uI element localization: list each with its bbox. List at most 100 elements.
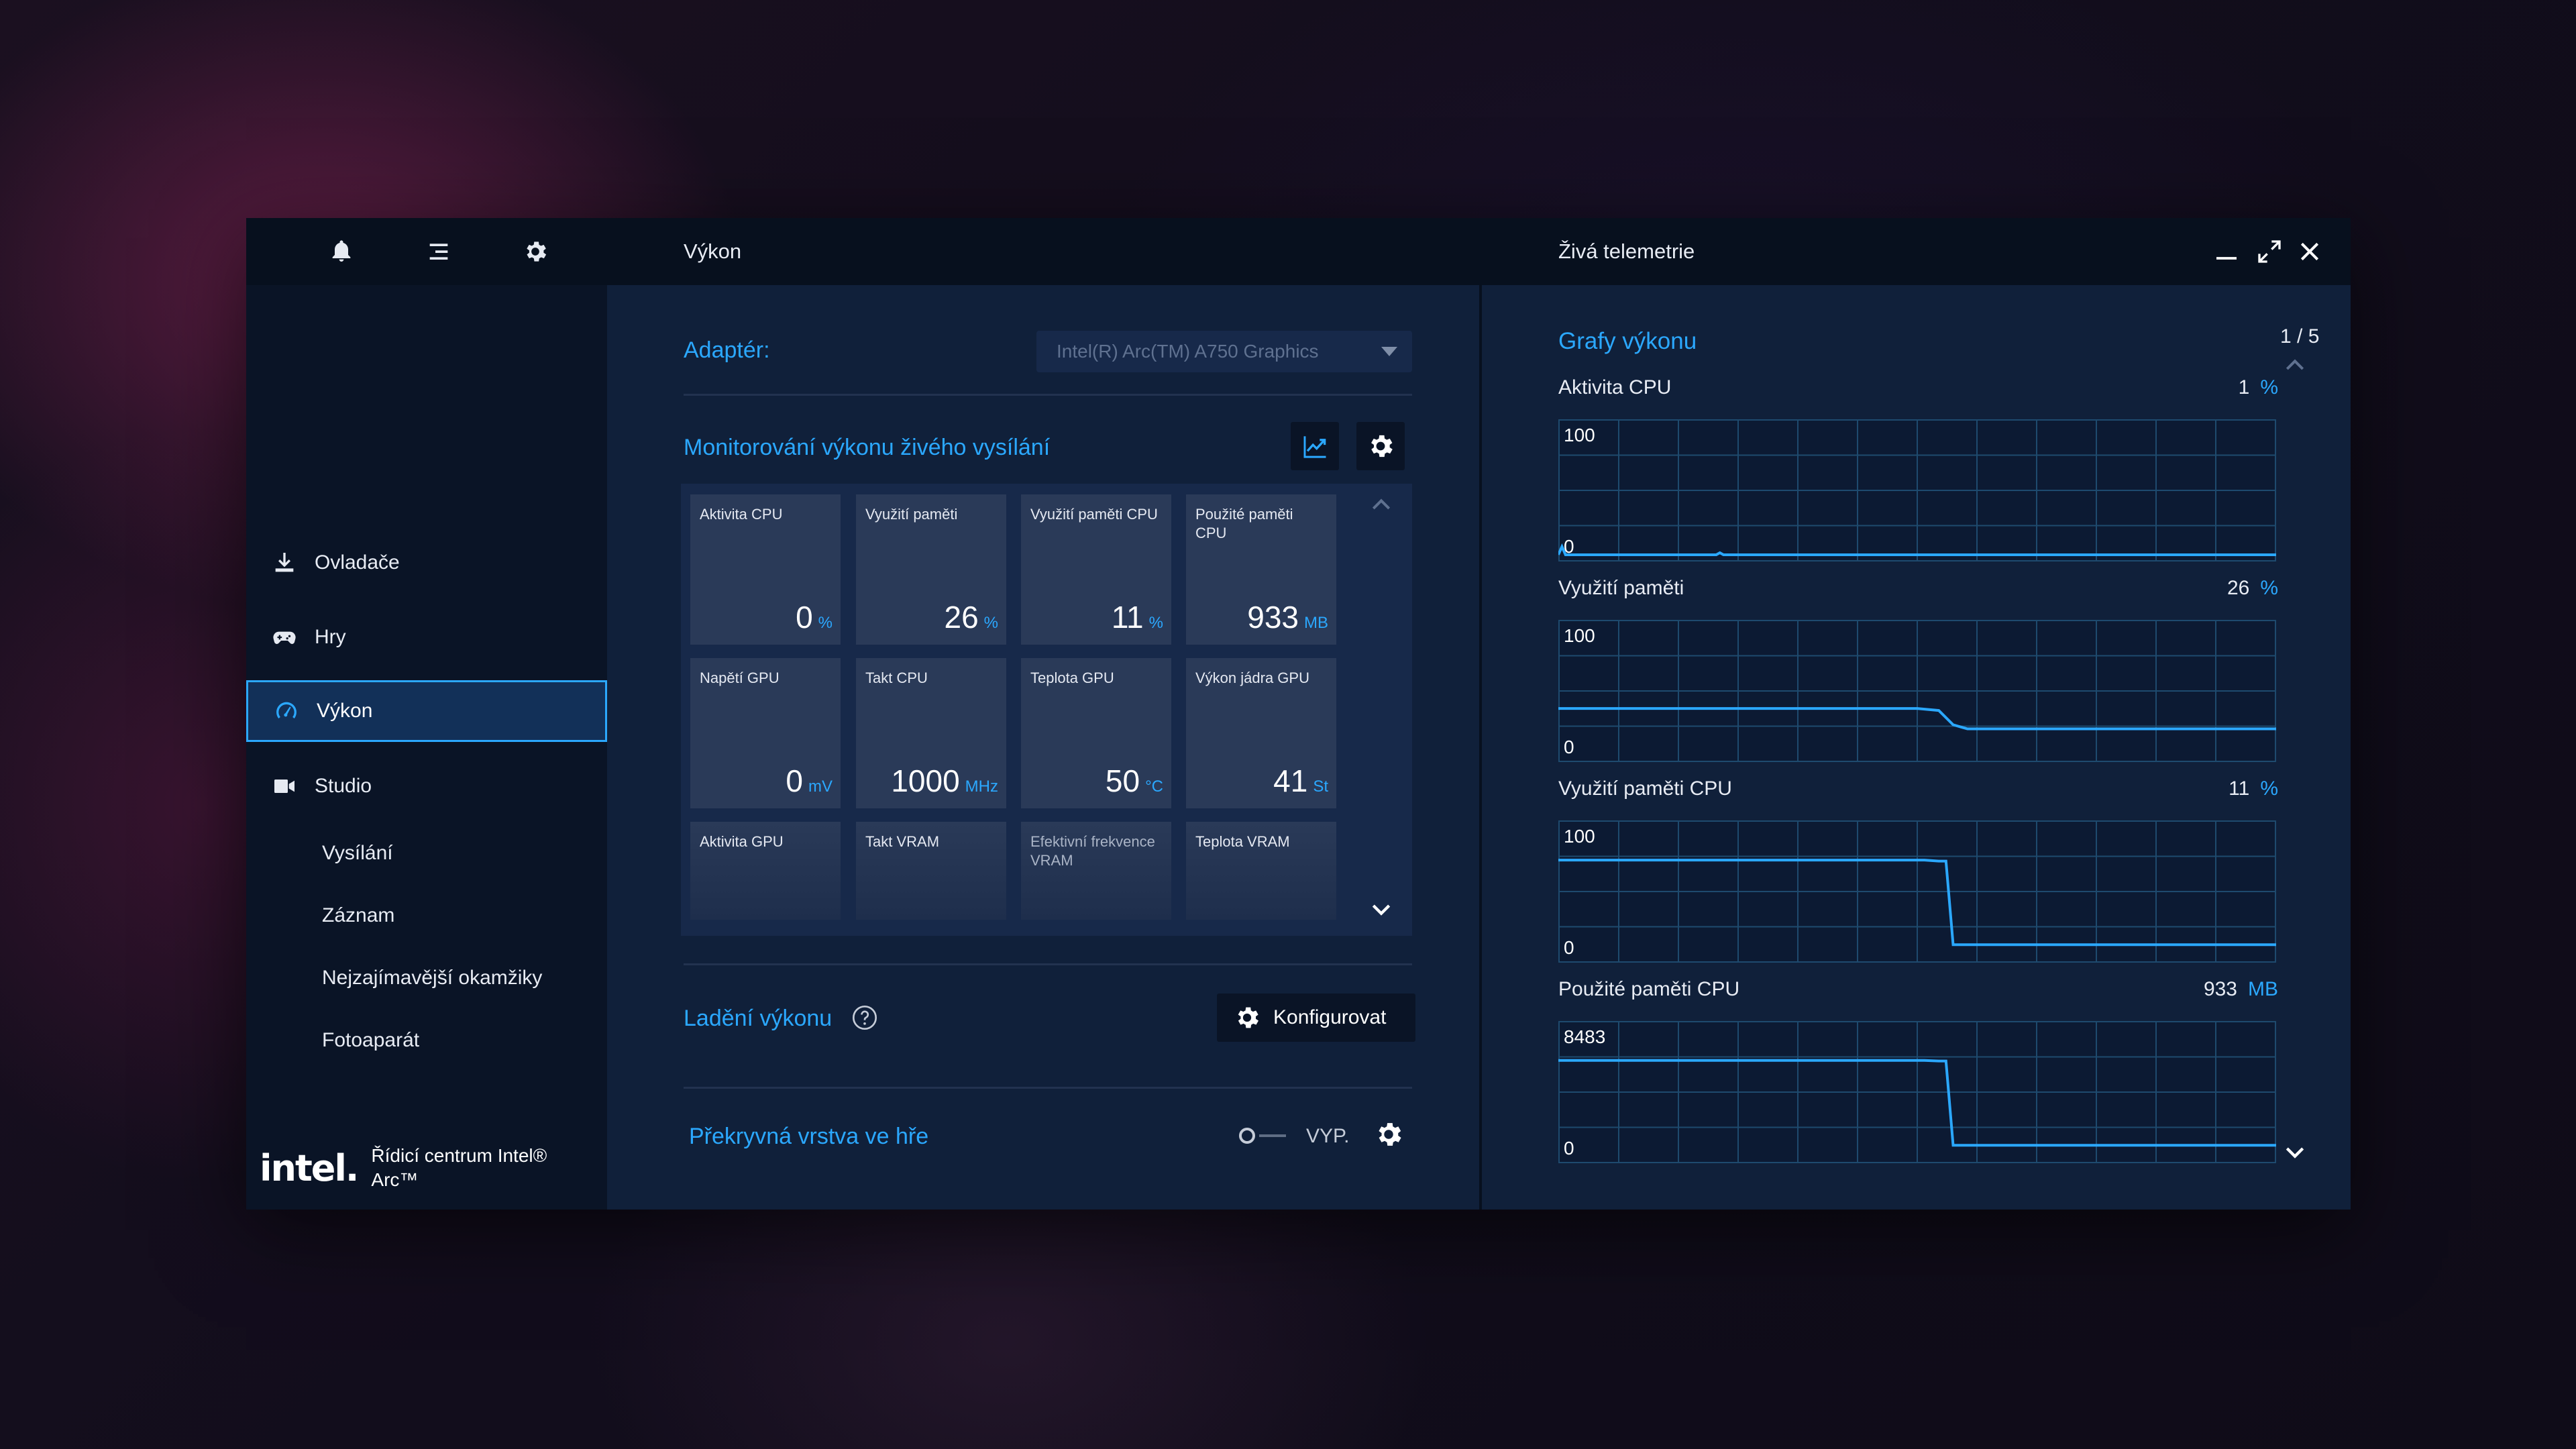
configure-button[interactable]: Konfigurovat xyxy=(1217,994,1415,1042)
tile-name: Teplota GPU xyxy=(1030,669,1114,686)
telemetry-title: Živá telemetrie xyxy=(1558,239,1695,263)
tile-name: Teplota VRAM xyxy=(1195,833,1290,850)
graph-cpu-memory-usage: 100 0 xyxy=(1558,820,2276,963)
performance-panel: Výkon Adaptér: Intel(R) Arc(TM) A750 Gra… xyxy=(607,218,1479,1210)
graph-value: 26% xyxy=(2227,577,2278,600)
tile-value: 0 xyxy=(786,763,803,798)
maximize-button[interactable] xyxy=(2251,233,2288,270)
graph-min: 0 xyxy=(1564,737,1574,757)
sidebar-subitem-camera[interactable]: Fotoaparát xyxy=(322,1029,419,1052)
sidebar-subitem-broadcast[interactable]: Vysílání xyxy=(322,842,393,865)
monitoring-settings-button[interactable] xyxy=(1356,422,1405,470)
adapter-select[interactable]: Intel(R) Arc(TM) A750 Graphics xyxy=(1036,331,1412,372)
sidebar-toolbar xyxy=(246,218,607,285)
tile-name: Použité paměti CPU xyxy=(1195,506,1293,541)
download-icon xyxy=(269,547,300,578)
metric-tile[interactable]: Použité paměti CPU 933 MB xyxy=(1186,494,1336,645)
graph-value: 11% xyxy=(2229,777,2278,800)
nav-label: Ovladače xyxy=(315,551,400,574)
metric-tile[interactable]: Aktivita GPU xyxy=(690,822,841,920)
sidebar: Ovladače Hry Výkon Studio Vysílání Zázna… xyxy=(246,218,619,1210)
panel-header: Výkon xyxy=(607,218,1479,285)
chart-view-button[interactable] xyxy=(1291,422,1339,470)
tile-name: Výkon jádra GPU xyxy=(1195,669,1309,686)
tile-unit: MB xyxy=(1304,614,1328,632)
sidebar-subitem-recording[interactable]: Záznam xyxy=(322,904,394,927)
graph-plot xyxy=(1558,620,2276,762)
tile-name: Aktivita CPU xyxy=(700,506,783,523)
graph-max: 8483 xyxy=(1564,1026,1606,1047)
nav-item-studio[interactable]: Studio xyxy=(246,755,607,817)
scroll-down-button[interactable] xyxy=(1366,894,1396,924)
graph-value-number: 1 xyxy=(2238,376,2250,398)
tile-value: 41 xyxy=(1273,763,1308,798)
graph-memory-usage: 100 0 xyxy=(1558,620,2276,762)
metric-tile[interactable]: Efektivní frekvence VRAM xyxy=(1021,822,1171,920)
bell-icon[interactable] xyxy=(325,235,358,268)
overlay-settings-gear-icon[interactable] xyxy=(1373,1119,1404,1150)
telemetry-header: Živá telemetrie xyxy=(1482,218,2351,285)
overlay-title: Překryvná vrstva ve hře xyxy=(689,1124,929,1149)
graphs-scroll-up-button[interactable] xyxy=(2280,351,2310,380)
app-window: Ovladače Hry Výkon Studio Vysílání Zázna… xyxy=(246,218,2351,1210)
metric-tile[interactable]: Využití paměti 26% xyxy=(856,494,1006,645)
metric-tile[interactable]: Takt CPU 1000 MHz xyxy=(856,658,1006,808)
close-icon xyxy=(2300,242,2319,261)
tile-name: Využití paměti xyxy=(865,506,958,523)
chevron-up-icon xyxy=(1372,498,1391,510)
metric-tile[interactable]: Aktivita CPU 0% xyxy=(690,494,841,645)
nav-label: Hry xyxy=(315,626,346,648)
graphs-scroll-down-button[interactable] xyxy=(2280,1137,2310,1167)
nav-item-games[interactable]: Hry xyxy=(246,606,607,668)
graph-value-number: 11 xyxy=(2229,777,2250,800)
configure-label: Konfigurovat xyxy=(1273,1006,1387,1028)
camera-icon xyxy=(269,771,300,802)
metric-tile[interactable]: Takt VRAM xyxy=(856,822,1006,920)
divider xyxy=(684,394,1412,396)
graph-min: 0 xyxy=(1564,1138,1574,1159)
nav-item-performance[interactable]: Výkon xyxy=(246,680,607,742)
tile-name: Efektivní frekvence VRAM xyxy=(1030,833,1155,869)
close-button[interactable] xyxy=(2291,233,2328,270)
metric-tile[interactable]: Napětí GPU 0 mV xyxy=(690,658,841,808)
metric-tile[interactable]: Teplota VRAM xyxy=(1186,822,1336,920)
tile-unit: % xyxy=(983,614,998,632)
nav-item-drivers[interactable]: Ovladače xyxy=(246,532,607,594)
metric-tile[interactable]: Teplota GPU 50 °C xyxy=(1021,658,1171,808)
sidebar-subitem-highlights[interactable]: Nejzajímavější okamžiky xyxy=(322,967,542,989)
gear-icon xyxy=(1238,1007,1258,1028)
brand: intel. Řídicí centrum Intel® Arc™ xyxy=(260,1144,572,1192)
pager: 1 / 5 xyxy=(2280,325,2320,347)
help-icon[interactable] xyxy=(851,1004,878,1031)
gamepad-icon xyxy=(269,622,300,653)
graph-value-number: 26 xyxy=(2226,577,2250,599)
settings-gear-icon[interactable] xyxy=(519,235,552,268)
menu-icon[interactable] xyxy=(422,235,455,268)
graph-plot xyxy=(1558,419,2276,561)
metric-tile[interactable]: Výkon jádra GPU 41 St xyxy=(1186,658,1336,808)
graph-label: Použité paměti CPU xyxy=(1558,978,1740,1000)
adapter-label: Adaptér: xyxy=(684,337,770,363)
overlay-state: VYP. xyxy=(1306,1125,1350,1147)
tile-name: Takt VRAM xyxy=(865,833,940,850)
graph-cpu-activity: 100 0 xyxy=(1558,419,2276,561)
minimize-icon xyxy=(2216,257,2237,260)
graph-cpu-memory-used: 8483 0 xyxy=(1558,1021,2276,1163)
graph-label: Využití paměti CPU xyxy=(1558,777,1732,800)
graph-value-unit: MB xyxy=(2248,978,2278,1000)
monitoring-title: Monitorování výkonu živého vysílání xyxy=(684,435,1051,460)
graph-value-unit: % xyxy=(2260,376,2278,398)
graph-min: 0 xyxy=(1564,937,1574,958)
speedometer-icon xyxy=(271,696,302,727)
scroll-up-button[interactable] xyxy=(1366,490,1396,520)
minimize-button[interactable] xyxy=(2208,233,2245,270)
chevron-up-icon xyxy=(2286,359,2304,370)
tile-value: 50 xyxy=(1105,763,1140,798)
tile-unit: mV xyxy=(808,777,833,796)
overlay-toggle[interactable] xyxy=(1238,1124,1291,1148)
metric-tiles-panel: Aktivita CPU 0% Využití paměti 26% Využi… xyxy=(681,484,1412,936)
metric-tile[interactable]: Využití paměti CPU 11% xyxy=(1021,494,1171,645)
nav-label: Výkon xyxy=(317,700,373,722)
tile-name: Takt CPU xyxy=(865,669,928,686)
graph-value: 933 MB xyxy=(2204,978,2278,1001)
